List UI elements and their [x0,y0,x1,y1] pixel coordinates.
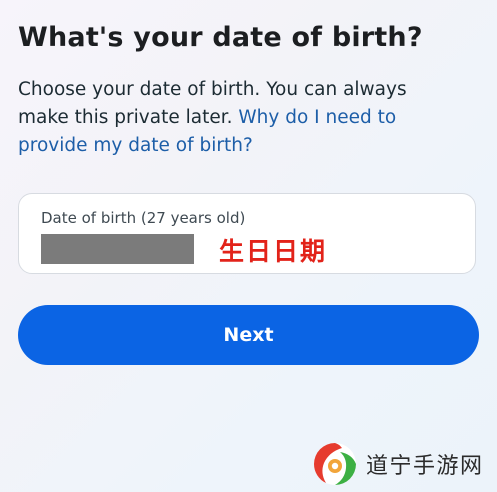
overlay-caption: 生日日期 [219,237,328,266]
next-button[interactable]: Next [18,305,479,365]
watermark-text: 道宁手游网 [366,454,484,479]
watermark: 道宁手游网 [312,439,484,489]
description-text: Choose your date of birth. You can alway… [18,76,458,160]
watermark-logo-icon [313,443,356,485]
date-of-birth-value-redacted [41,234,194,264]
page-title: What's your date of birth? [18,22,423,53]
date-of-birth-label: Date of birth (27 years old) [41,209,246,227]
date-of-birth-field[interactable]: Date of birth (27 years old) 生日日期 [18,193,476,274]
